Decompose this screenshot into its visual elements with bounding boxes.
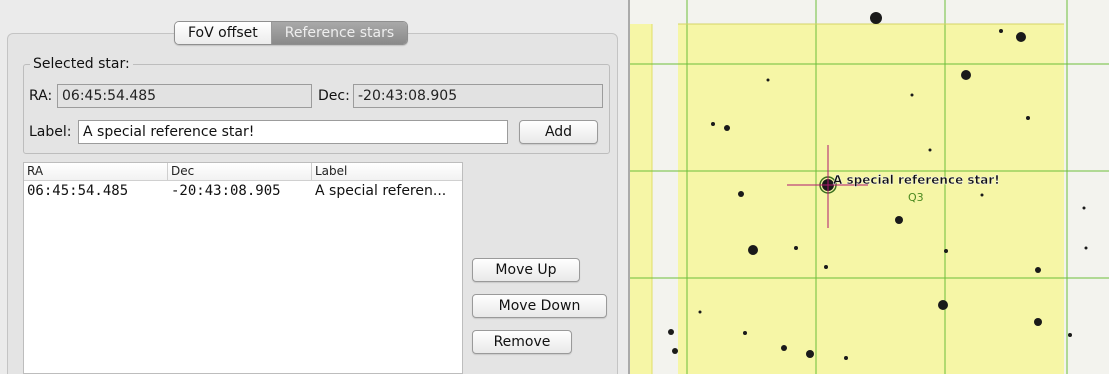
column-header-ra[interactable]: RA xyxy=(24,163,168,180)
fov-region xyxy=(678,24,1064,374)
cell-dec: -20:43:08.905 xyxy=(171,183,281,199)
ra-field[interactable]: 06:45:54.485 xyxy=(57,84,312,108)
table-header: RA Dec Label xyxy=(24,163,462,181)
reference-star-table[interactable]: RA Dec Label 06:45:54.485 -20:43:08.905 … xyxy=(23,162,463,374)
table-row[interactable]: 06:45:54.485 -20:43:08.905 A special ref… xyxy=(24,181,462,201)
app-window: FoV offset Reference stars Selected star… xyxy=(0,0,1109,374)
reference-star-label: A special reference star! xyxy=(833,173,1000,187)
move-down-button[interactable]: Move Down xyxy=(472,294,607,318)
tab-fov-offset[interactable]: FoV offset xyxy=(175,22,272,44)
label-input[interactable]: A special reference star! xyxy=(78,120,508,144)
cell-label: A special referen... xyxy=(315,183,447,199)
reference-stars-panel: FoV offset Reference stars Selected star… xyxy=(0,0,628,374)
sky-image-view[interactable]: A special reference star! Q3 xyxy=(630,0,1109,374)
selected-star-title: Selected star: xyxy=(30,56,133,72)
fov-region-edge xyxy=(630,24,652,374)
target-marker-label: Q3 xyxy=(908,191,924,204)
dec-field[interactable]: -20:43:08.905 xyxy=(353,84,603,108)
dec-label: Dec: xyxy=(318,88,350,104)
column-header-label[interactable]: Label xyxy=(312,163,462,180)
cell-ra: 06:45:54.485 xyxy=(27,183,129,199)
tab-reference-stars[interactable]: Reference stars xyxy=(271,22,408,44)
ra-label: RA: xyxy=(29,88,53,104)
column-header-dec[interactable]: Dec xyxy=(168,163,312,180)
label-label: Label: xyxy=(29,124,72,140)
add-button[interactable]: Add xyxy=(519,120,598,144)
remove-button[interactable]: Remove xyxy=(472,330,572,354)
sky-image: A special reference star! Q3 xyxy=(630,0,1109,374)
tab-bar: FoV offset Reference stars xyxy=(174,21,409,45)
move-up-button[interactable]: Move Up xyxy=(472,258,580,282)
